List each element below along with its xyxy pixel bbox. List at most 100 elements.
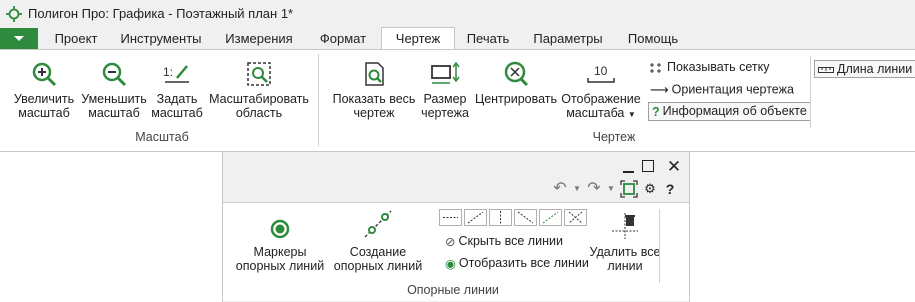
- show-all-lines-button[interactable]: ◉ Отобразить все линии: [445, 256, 589, 271]
- line-length-label: Длина линии: [837, 62, 913, 76]
- zoom-area-label-2: область: [235, 106, 283, 120]
- gear-icon: ⚙: [644, 181, 656, 196]
- set-scale-button[interactable]: 1: Задать масштаб: [150, 60, 204, 120]
- scale-display-label-2: масштаба: [566, 106, 625, 120]
- drawing-size-icon: [431, 61, 460, 84]
- center-icon: [504, 61, 529, 87]
- dropdown-arrow-icon: ▼: [607, 184, 615, 193]
- minimize-button[interactable]: [617, 156, 639, 178]
- drawing-size-button[interactable]: Размер чертежа: [418, 60, 472, 120]
- app-logo-icon: [6, 6, 22, 22]
- tab-print[interactable]: Печать: [456, 28, 520, 49]
- caret-down-icon: [14, 36, 24, 41]
- window-title: Полигон Про: Графика - Поэтажный план 1*: [28, 6, 294, 21]
- scale-display-value: 10: [594, 64, 608, 78]
- fit-view-button[interactable]: [618, 178, 640, 200]
- scale-display-label-1: Отображение: [561, 92, 641, 106]
- reference-markers-button[interactable]: Маркеры опорных линий: [233, 217, 327, 273]
- minimize-icon: [623, 171, 634, 173]
- maximize-button[interactable]: [637, 156, 659, 178]
- dropdown-arrow-icon: ▼: [573, 184, 581, 193]
- tab-measurements[interactable]: Измерения: [212, 28, 306, 49]
- line-styles-group: [439, 209, 587, 226]
- create-reference-lines-button[interactable]: Создание опорных линий: [331, 207, 425, 273]
- center-label-1: Центрировать: [474, 92, 558, 106]
- zoom-area-icon: [247, 62, 271, 86]
- zoom-in-button[interactable]: Увеличить масштаб: [10, 60, 78, 120]
- hide-all-lines-button[interactable]: ⊘ Скрыть все линии: [445, 234, 563, 249]
- show-all-label-1: Показать весь: [332, 92, 416, 106]
- zoom-area-label-1: Масштабировать: [209, 92, 309, 106]
- help-button[interactable]: ?: [659, 178, 681, 200]
- reference-lines-panel: Маркеры опорных линий Создание опорных л…: [223, 202, 689, 301]
- main-window: Полигон Про: Графика - Поэтажный план 1*…: [0, 0, 915, 152]
- scale-display-button[interactable]: 10 Отображение масштаба ▼: [560, 60, 642, 122]
- zoom-area-button[interactable]: Масштабировать область: [206, 60, 312, 120]
- scale-display-label-2-row: масштаба ▼: [560, 106, 642, 122]
- tab-format[interactable]: Формат: [308, 28, 378, 49]
- ruler-icon: [818, 66, 834, 73]
- vertical-line-icon: [489, 209, 512, 226]
- settings-button[interactable]: ⚙: [639, 178, 661, 200]
- show-all-label: Отобразить все линии: [458, 256, 589, 270]
- drawing-group-label: Чертеж: [592, 130, 636, 144]
- fit-view-icon: [620, 180, 638, 198]
- show-all-label-2: чертеж: [353, 106, 395, 120]
- zoom-in-label-2: масштаб: [18, 106, 70, 120]
- group-divider: [659, 209, 660, 283]
- arrow-right-icon: ⟶: [650, 82, 669, 97]
- help-icon: ?: [665, 181, 675, 197]
- show-all-button[interactable]: Показать весь чертеж: [332, 60, 416, 120]
- close-icon: ✕: [666, 157, 682, 176]
- arrow-line-icon: [539, 209, 562, 226]
- tab-project[interactable]: Проект: [42, 28, 110, 49]
- floating-window: ✕ ↶ ▼ ↷ ▼ ⚙ ? Маркеры опорных линий Созд…: [222, 152, 690, 302]
- markers-label-2: опорных линий: [235, 259, 325, 273]
- show-all-icon: [365, 62, 384, 86]
- group-divider: [318, 54, 319, 146]
- set-scale-label-2: масштаб: [151, 106, 203, 120]
- zoom-in-label-1: Увеличить: [13, 92, 75, 106]
- grid-icon: [650, 62, 661, 73]
- zoom-out-button[interactable]: Уменьшить масштаб: [80, 60, 148, 120]
- group-divider-2: [810, 56, 811, 128]
- line-length-button[interactable]: Длина линии: [814, 60, 915, 78]
- zoom-out-label-2: масштаб: [88, 106, 140, 120]
- reference-lines-group-label: Опорные линии: [407, 283, 499, 297]
- close-button[interactable]: ✕: [663, 156, 685, 178]
- zoom-in-icon: [32, 62, 57, 87]
- zoom-out-icon: [102, 62, 127, 87]
- horizontal-line-icon: [439, 209, 462, 226]
- ribbon-tabs: Проект Инструменты Измерения Формат Черт…: [0, 27, 915, 49]
- eye-hidden-icon: ⊘: [445, 235, 456, 250]
- drawing-size-label-2: чертежа: [421, 106, 469, 120]
- tab-parameters[interactable]: Параметры: [522, 28, 614, 49]
- line-style-buttons: [439, 209, 587, 227]
- center-button[interactable]: Центрировать: [474, 60, 558, 106]
- markers-label-1: Маркеры: [253, 245, 307, 259]
- create-line-icon: [364, 210, 392, 238]
- ribbon-panel: Увеличить масштаб Уменьшить масштаб 1: З…: [0, 49, 915, 151]
- tab-tools[interactable]: Инструменты: [112, 28, 210, 49]
- tab-help[interactable]: Помощь: [616, 28, 690, 49]
- create-label-1: Создание: [349, 245, 407, 259]
- set-scale-label-1: Задать: [156, 92, 198, 106]
- orientation-button[interactable]: ⟶ Ориентация чертежа: [650, 82, 794, 98]
- tab-drawing[interactable]: Чертеж: [381, 27, 455, 49]
- diagonal-line-icon: [464, 209, 487, 226]
- delete-all-lines-button[interactable]: Удалить все линии: [587, 211, 663, 273]
- delete-lines-icon: [612, 213, 638, 239]
- dropdown-arrow-icon: ▼: [627, 110, 636, 119]
- maximize-icon: [642, 160, 654, 172]
- show-grid-toggle[interactable]: Показывать сетку: [650, 60, 769, 74]
- drawing-size-label-1: Размер: [423, 92, 467, 106]
- file-menu-button[interactable]: [0, 28, 38, 49]
- undo-icon: ↶: [553, 180, 567, 197]
- show-grid-label: Показывать сетку: [667, 60, 770, 74]
- object-info-label: Информация об объекте: [662, 104, 807, 118]
- delete-all-label-1: Удалить все: [589, 245, 661, 259]
- info-question-icon: ?: [652, 104, 660, 119]
- hide-all-label: Скрыть все линии: [458, 234, 563, 248]
- zoom-out-label-1: Уменьшить: [81, 92, 147, 106]
- object-info-button[interactable]: ? Информация об объекте: [648, 102, 811, 121]
